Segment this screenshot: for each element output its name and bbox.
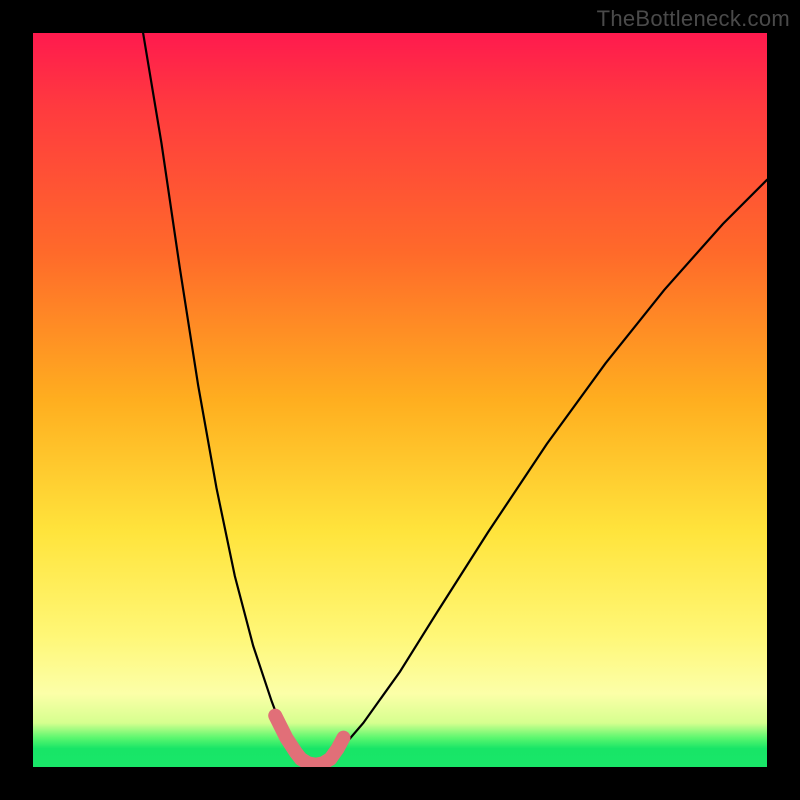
thick-overlay-left [275,716,301,759]
outer-frame: TheBottleneck.com [0,0,800,800]
watermark-text: TheBottleneck.com [597,6,790,32]
curve-right [330,180,767,759]
thick-overlay-right [330,738,343,759]
chart-svg [33,33,767,767]
curve-left [143,33,301,759]
